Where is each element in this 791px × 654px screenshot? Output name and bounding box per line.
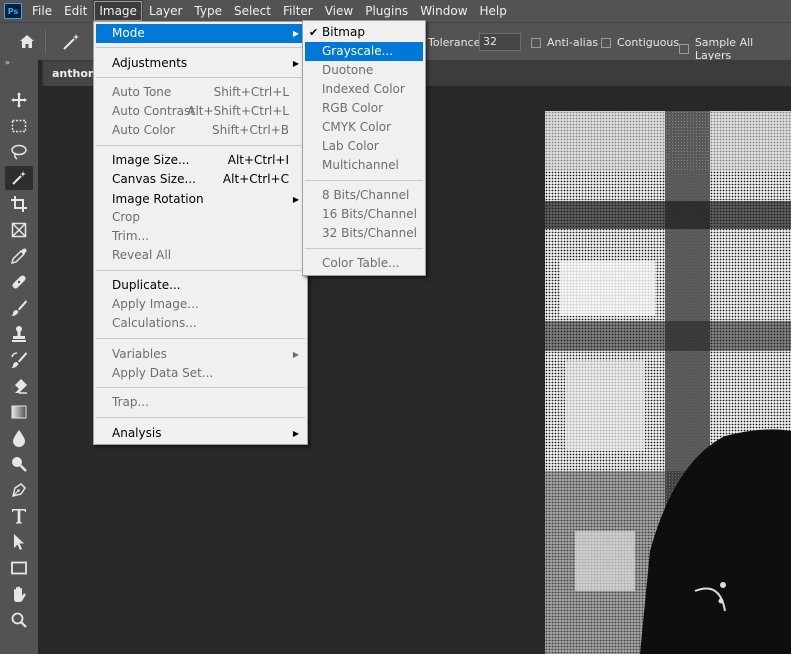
menu-item-reveal-all[interactable]: Reveal All (96, 246, 305, 265)
menu-separator (96, 338, 305, 339)
menu-item-canvas-size[interactable]: Canvas Size... Alt+Ctrl+C (96, 170, 305, 189)
tolerance-label: Tolerance: (428, 36, 485, 49)
menu-image[interactable]: Image (93, 0, 143, 22)
sample-all-layers-label: Sample All Layers (694, 36, 754, 62)
menu-view[interactable]: View (319, 0, 359, 22)
menu-item-color-table[interactable]: Color Table... (305, 254, 423, 273)
menu-separator (96, 47, 305, 48)
pen-tool-icon[interactable] (5, 478, 33, 502)
submenu-arrow-icon: ▶ (292, 429, 299, 438)
checkbox-box (679, 44, 689, 54)
menu-type[interactable]: Type (188, 0, 228, 22)
anti-alias-checkbox[interactable]: Anti-alias (531, 36, 598, 49)
blur-tool-icon[interactable] (5, 426, 33, 450)
type-tool-icon[interactable] (5, 504, 33, 528)
menu-item-bitmap[interactable]: ✔ Bitmap (305, 23, 423, 42)
hand-tool-icon[interactable] (5, 582, 33, 606)
eyedropper-tool-icon[interactable] (5, 244, 33, 268)
menu-item-8-bits[interactable]: 8 Bits/Channel (305, 186, 423, 205)
move-tool-icon[interactable] (5, 88, 33, 112)
menu-item-rgb-color[interactable]: RGB Color (305, 99, 423, 118)
contiguous-checkbox[interactable]: Contiguous (601, 36, 679, 49)
menu-item-trim[interactable]: Trim... (96, 227, 305, 246)
healing-brush-tool-icon[interactable] (5, 270, 33, 294)
menu-layer[interactable]: Layer (143, 0, 188, 22)
menu-item-cmyk-color[interactable]: CMYK Color (305, 118, 423, 137)
menu-edit[interactable]: Edit (58, 0, 93, 22)
eraser-tool-icon[interactable] (5, 374, 33, 398)
menu-window[interactable]: Window (414, 0, 473, 22)
brush-tool-icon[interactable] (5, 296, 33, 320)
menu-separator (96, 387, 305, 388)
tolerance-input[interactable]: 32 (479, 33, 521, 51)
menu-item-indexed-color[interactable]: Indexed Color (305, 80, 423, 99)
menu-item-mode[interactable]: Mode ▶ (96, 24, 305, 43)
menu-select[interactable]: Select (228, 0, 277, 22)
home-icon[interactable] (18, 33, 36, 51)
checkbox-box (601, 37, 611, 48)
submenu-arrow-icon: ▶ (292, 59, 299, 68)
document-image[interactable] (545, 111, 791, 654)
menu-separator (305, 180, 423, 181)
menu-plugins[interactable]: Plugins (359, 0, 414, 22)
magic-wand-tool-icon[interactable] (5, 166, 33, 190)
menu-separator (96, 270, 305, 271)
menu-item-apply-data-set[interactable]: Apply Data Set... (96, 364, 305, 383)
menu-item-apply-image[interactable]: Apply Image... (96, 295, 305, 314)
options-separator (45, 30, 46, 54)
menu-help[interactable]: Help (474, 0, 513, 22)
dodge-tool-icon[interactable] (5, 452, 33, 476)
menu-item-crop[interactable]: Crop (96, 208, 305, 227)
submenu-arrow-icon: ▶ (292, 29, 299, 38)
marquee-tool-icon[interactable] (5, 114, 33, 138)
mode-submenu: ✔ Bitmap Grayscale... Duotone Indexed Co… (302, 20, 426, 276)
image-menu: Mode ▶ Adjustments ▶ Auto Tone Shift+Ctrl+L… (93, 21, 308, 445)
menu-bar: Ps File Edit Image Layer Type Select Fil… (0, 0, 791, 22)
menu-item-16-bits[interactable]: 16 Bits/Channel (305, 205, 423, 224)
clone-stamp-tool-icon[interactable] (5, 322, 33, 346)
menu-item-analysis[interactable]: Analysis ▶ (96, 424, 305, 443)
menu-item-adjustments[interactable]: Adjustments ▶ (96, 54, 305, 73)
lasso-tool-icon[interactable] (5, 140, 33, 164)
gradient-tool-icon[interactable] (5, 400, 33, 424)
submenu-arrow-icon: ▶ (292, 195, 299, 204)
menu-separator (305, 248, 423, 249)
collapse-toolbar-icon[interactable]: » (0, 59, 43, 68)
frame-tool-icon[interactable] (5, 218, 33, 242)
menu-item-auto-color[interactable]: Auto Color Shift+Ctrl+B (96, 121, 305, 140)
checkbox-box (531, 37, 541, 48)
photoshop-logo-icon[interactable]: Ps (4, 3, 22, 19)
menu-item-auto-tone[interactable]: Auto Tone Shift+Ctrl+L (96, 83, 305, 102)
menu-item-calculations[interactable]: Calculations... (96, 314, 305, 333)
menu-separator (96, 77, 305, 78)
magic-wand-preset-icon[interactable] (60, 31, 82, 53)
menu-file[interactable]: File (26, 0, 58, 22)
submenu-arrow-icon: ▶ (292, 350, 299, 359)
history-brush-tool-icon[interactable] (5, 348, 33, 372)
menu-item-multichannel[interactable]: Multichannel (305, 156, 423, 175)
menu-item-auto-contrast[interactable]: Auto Contrast Alt+Shift+Ctrl+L (96, 102, 305, 121)
menu-item-variables[interactable]: Variables ▶ (96, 345, 305, 364)
menu-item-trap[interactable]: Trap... (96, 393, 305, 412)
menu-item-duplicate[interactable]: Duplicate... (96, 276, 305, 295)
sample-all-layers-checkbox[interactable]: Sample All Layers (679, 36, 791, 62)
menu-filter[interactable]: Filter (277, 0, 319, 22)
menu-item-lab-color[interactable]: Lab Color (305, 137, 423, 156)
crop-tool-icon[interactable] (5, 192, 33, 216)
menu-item-image-rotation[interactable]: Image Rotation ▶ (96, 190, 305, 209)
contiguous-label: Contiguous (617, 36, 680, 49)
menu-separator (96, 417, 305, 418)
checkmark-icon: ✔ (309, 26, 319, 39)
menu-item-image-size[interactable]: Image Size... Alt+Ctrl+I (96, 151, 305, 170)
tools-panel: » (0, 59, 38, 654)
anti-alias-label: Anti-alias (547, 36, 599, 49)
menu-separator (96, 145, 305, 146)
menu-item-32-bits[interactable]: 32 Bits/Channel (305, 224, 423, 243)
menu-item-grayscale[interactable]: Grayscale... (305, 42, 423, 61)
menu-item-duotone[interactable]: Duotone (305, 61, 423, 80)
zoom-tool-icon[interactable] (5, 608, 33, 632)
rectangle-tool-icon[interactable] (5, 556, 33, 580)
path-selection-tool-icon[interactable] (5, 530, 33, 554)
